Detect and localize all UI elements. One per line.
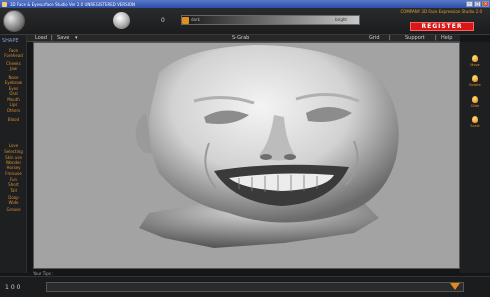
sidebar-item-others[interactable]: Others — [0, 108, 27, 114]
shape-sidebar: SHAPE Face Forehead Cheeks Jaw Nose Eyebrow Ey… — [0, 35, 27, 273]
slider-thumb[interactable] — [182, 17, 189, 24]
menu-grid[interactable]: Grid — [369, 35, 380, 42]
sidebar-item-eyebrow[interactable]: Eyebrow — [0, 80, 27, 86]
logo-sphere-icon — [3, 10, 25, 32]
sidebar-item-grease[interactable]: Grease — [0, 207, 27, 213]
sidebar-item-tall[interactable]: Tall — [0, 188, 27, 194]
menu-bar: Load | Save ▾ S-Grab Grid | Support | He… — [27, 35, 460, 42]
minimize-icon[interactable]: – — [466, 1, 473, 7]
bulb-icon — [472, 96, 478, 103]
tool-move[interactable]: Move — [462, 55, 488, 67]
tool-label: Slide — [470, 104, 480, 108]
sidebar-item-lips[interactable]: Lips — [0, 102, 27, 108]
bulb-icon — [472, 75, 478, 82]
sidebar-item-blood[interactable]: Blood — [0, 117, 27, 123]
tool-rotate[interactable]: Rotate — [462, 75, 488, 87]
sidebar-item-wide[interactable]: Wide — [0, 200, 27, 206]
close-icon[interactable]: × — [482, 1, 489, 7]
menu-save[interactable]: Save — [57, 35, 69, 42]
menu-load[interactable]: Load — [35, 35, 47, 42]
tips-box — [46, 282, 464, 292]
sidebar-item-forehead[interactable]: Forehead — [0, 53, 27, 59]
app-icon — [2, 1, 7, 7]
maximize-icon[interactable]: □ — [474, 1, 481, 7]
menu-help[interactable]: Help — [441, 35, 452, 42]
tool-label: Rotate — [469, 83, 481, 87]
brightness-slider[interactable]: dark bright — [181, 15, 360, 25]
menu-support[interactable]: Support — [405, 35, 425, 42]
company-label: COMPANY 3D Face Expression Studio 2.0 — [400, 9, 482, 14]
sidebar-item-fmisuse[interactable]: Fmisuse — [0, 171, 27, 177]
status-bar: 100 — [0, 276, 490, 297]
right-toolbar: Move Rotate Slide Scale — [460, 42, 490, 273]
sidebar-title: SHAPE — [2, 38, 19, 44]
bulb-icon — [472, 55, 478, 62]
slider-dark-label: dark — [191, 17, 200, 22]
left-nostril — [260, 154, 272, 160]
register-button[interactable]: REGISTER — [410, 22, 474, 31]
chevron-down-icon[interactable]: ▾ — [75, 35, 78, 42]
menu-sgrab[interactable]: S-Grab — [232, 35, 249, 42]
right-nostril — [284, 154, 296, 160]
slider-bright-label: bright — [335, 17, 347, 22]
tool-label: Scale — [470, 124, 480, 128]
window-controls: – □ × — [466, 1, 489, 7]
sidebar-item-horsey[interactable]: Horsey — [0, 165, 27, 171]
sidebar-item-selecting[interactable]: Selecting — [0, 149, 27, 155]
triangle-down-icon[interactable] — [450, 283, 460, 290]
sidebar-item-oral[interactable]: Oral — [0, 91, 27, 97]
bulb-icon — [472, 116, 478, 123]
light-value: 0 — [161, 17, 165, 24]
tool-label: Move — [470, 63, 480, 67]
title-bar: 3D Face & Eyesurface Studio Ver 2.0 UNRE… — [0, 0, 490, 8]
sidebar-item-love[interactable]: Love — [0, 143, 27, 149]
tool-slide[interactable]: Slide — [462, 96, 488, 108]
tool-scale[interactable]: Scale — [462, 116, 488, 128]
window-title: 3D Face & Eyesurface Studio Ver 2.0 UNRE… — [10, 1, 136, 7]
sidebar-item-jaw[interactable]: Jaw — [0, 66, 27, 72]
top-toolbar: 0 dark bright COMPANY 3D Face Expression… — [0, 8, 490, 35]
face-model — [135, 45, 399, 248]
3d-viewport[interactable] — [33, 42, 460, 269]
sidebar-item-short[interactable]: Short — [0, 182, 27, 188]
light-sphere-icon[interactable] — [113, 12, 130, 29]
zoom-level: 100 — [5, 284, 23, 291]
